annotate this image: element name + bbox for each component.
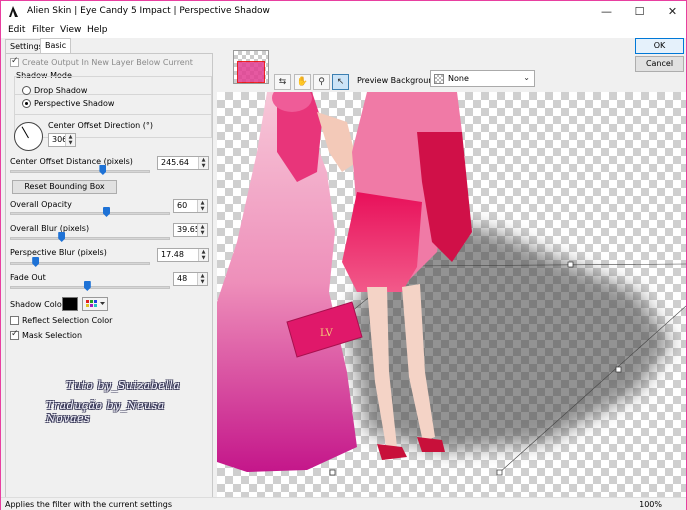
preview-background-label: Preview Background:	[357, 76, 442, 85]
create-output-checkbox-row[interactable]: Create Output In New Layer Below Current	[10, 56, 193, 67]
title-bar: Alien Skin | Eye Candy 5 Impact | Perspe…	[1, 1, 686, 23]
perspective-shadow-radio[interactable]	[22, 99, 31, 108]
perspective-shadow-label: Perspective Shadow	[34, 99, 115, 108]
watermark-line-1: Tuto by_Suizabella	[66, 379, 181, 392]
center-offset-distance-slider-thumb[interactable]	[99, 165, 107, 175]
mask-selection-row[interactable]: Mask Selection	[10, 329, 83, 340]
checker-swatch-icon	[434, 74, 444, 84]
center-offset-direction-label: Center Offset Direction (°)	[48, 121, 153, 130]
fade-out-value: 48	[177, 274, 188, 283]
perspective-blur-slider-thumb[interactable]	[32, 257, 40, 267]
overall-opacity-slider-track[interactable]	[10, 212, 170, 215]
spin-arrows-icon[interactable]: ▲ ▼	[65, 134, 75, 146]
spin-arrows-icon[interactable]: ▲ ▼	[197, 273, 207, 285]
preview-panel: ⇆ ✋ ⚲ ↖ Preview Background: None ⌄ OK Ca…	[217, 38, 686, 497]
cancel-button[interactable]: Cancel	[635, 56, 684, 72]
preview-background-select[interactable]: None ⌄	[430, 70, 535, 87]
dial-needle	[21, 126, 29, 139]
status-bar: Applies the filter with the current sett…	[1, 497, 686, 510]
toggle-preview-icon[interactable]: ⇆	[274, 74, 291, 90]
window-title: Alien Skin | Eye Candy 5 Impact | Perspe…	[27, 6, 270, 16]
overall-opacity-field[interactable]: 60 ▲ ▼	[173, 199, 208, 213]
reflect-selection-color-label: Reflect Selection Color	[22, 316, 113, 325]
perspective-shadow-radio-row[interactable]: Perspective Shadow	[22, 99, 114, 108]
zoom-level: 100%	[639, 500, 662, 509]
create-output-label: Create Output In New Layer Below Current	[22, 58, 193, 67]
direction-dial[interactable]	[14, 122, 43, 151]
create-output-checkbox[interactable]	[10, 56, 19, 67]
handle-right[interactable]	[615, 366, 622, 373]
handle-top-mid[interactable]	[567, 261, 574, 268]
fade-out-slider-thumb[interactable]	[83, 281, 91, 291]
perspective-blur-field[interactable]: 17.48 ▲ ▼	[157, 248, 209, 262]
navigator-thumbnail[interactable]	[233, 50, 269, 84]
close-button[interactable]: ✕	[650, 1, 687, 23]
spin-arrows-icon[interactable]: ▲ ▼	[198, 157, 208, 169]
overall-opacity-value: 60	[177, 201, 188, 210]
basic-tab-body: Create Output In New Layer Below Current…	[5, 53, 213, 499]
drop-shadow-label: Drop Shadow	[34, 86, 88, 95]
bag-monogram: LV	[320, 328, 333, 339]
tab-basic[interactable]: Basic	[40, 38, 72, 53]
preview-toolbar: ⇆ ✋ ⚲ ↖ Preview Background: None ⌄	[217, 38, 628, 90]
shadow-color-swatch[interactable]	[62, 297, 78, 311]
overall-blur-label: Overall Blur (pixels)	[10, 224, 90, 233]
status-text: Applies the filter with the current sett…	[5, 500, 173, 509]
drop-shadow-radio[interactable]	[22, 86, 31, 95]
preview-canvas[interactable]: LV	[217, 92, 686, 497]
reset-bounding-box-button[interactable]: Reset Bounding Box	[12, 180, 117, 194]
right-figure-shoe-left	[377, 444, 407, 460]
handle-bottom[interactable]	[496, 469, 503, 476]
menu-help[interactable]: Help	[87, 25, 108, 35]
center-offset-distance-slider-track[interactable]	[10, 170, 150, 173]
center-offset-distance-field[interactable]: 245.64 ▲ ▼	[157, 156, 209, 170]
alien-skin-app-icon	[9, 6, 18, 17]
fade-out-field[interactable]: 48 ▲ ▼	[173, 272, 208, 286]
zoom-icon[interactable]: ⚲	[313, 74, 330, 90]
shadow-mode-frame	[14, 76, 212, 115]
perspective-blur-slider-track[interactable]	[10, 262, 150, 265]
watermark-line-2: Tradução by_Neusa Novaes	[46, 399, 165, 425]
reflect-selection-color-checkbox[interactable]	[10, 316, 19, 325]
overall-blur-field[interactable]: 39.65 ▲ ▼	[173, 223, 208, 237]
overall-opacity-label: Overall Opacity	[10, 200, 72, 209]
menu-bar: Edit Filter View Help	[1, 23, 686, 38]
ok-button[interactable]: OK	[635, 38, 684, 54]
preview-image: LV	[217, 92, 686, 476]
fade-out-label: Fade Out	[10, 273, 46, 282]
overall-blur-slider-track[interactable]	[10, 237, 170, 240]
right-figure-skirt	[342, 192, 422, 292]
pointer-icon[interactable]: ↖	[332, 74, 349, 90]
settings-panel: Settings Basic Create Output In New Laye…	[1, 38, 215, 499]
drop-shadow-radio-row[interactable]: Drop Shadow	[22, 86, 87, 95]
shadow-color-label: Shadow Color	[10, 300, 65, 309]
center-offset-distance-label: Center Offset Distance (pixels)	[10, 157, 133, 166]
menu-edit[interactable]: Edit	[8, 25, 25, 35]
chevron-down-icon: ⌄	[523, 73, 530, 82]
spin-arrows-icon[interactable]: ▲ ▼	[198, 249, 208, 261]
palette-icon	[86, 300, 105, 307]
spin-arrows-icon[interactable]: ▲ ▼	[197, 200, 207, 212]
color-picker-dropdown[interactable]	[82, 297, 108, 311]
perspective-blur-value: 17.48	[161, 250, 184, 259]
menu-view[interactable]: View	[60, 25, 81, 35]
center-offset-distance-value: 245.64	[161, 158, 189, 167]
mask-selection-checkbox[interactable]	[10, 329, 19, 340]
spin-arrows-icon[interactable]: ▲ ▼	[197, 224, 207, 236]
handle-bottom-left[interactable]	[329, 469, 336, 476]
eye-candy-dialog: Alien Skin | Eye Candy 5 Impact | Perspe…	[0, 0, 687, 510]
overall-opacity-slider-thumb[interactable]	[103, 207, 110, 217]
menu-filter[interactable]: Filter	[32, 25, 54, 35]
navigator-selection[interactable]	[237, 61, 265, 83]
perspective-blur-label: Perspective Blur (pixels)	[10, 248, 107, 257]
hand-icon[interactable]: ✋	[294, 74, 311, 90]
center-offset-direction-field[interactable]: 306 ▲ ▼	[48, 133, 76, 147]
overall-blur-slider-thumb[interactable]	[58, 232, 66, 242]
preview-background-value: None	[448, 74, 469, 83]
reflect-selection-color-row[interactable]: Reflect Selection Color	[10, 316, 112, 325]
mask-selection-label: Mask Selection	[22, 331, 83, 340]
